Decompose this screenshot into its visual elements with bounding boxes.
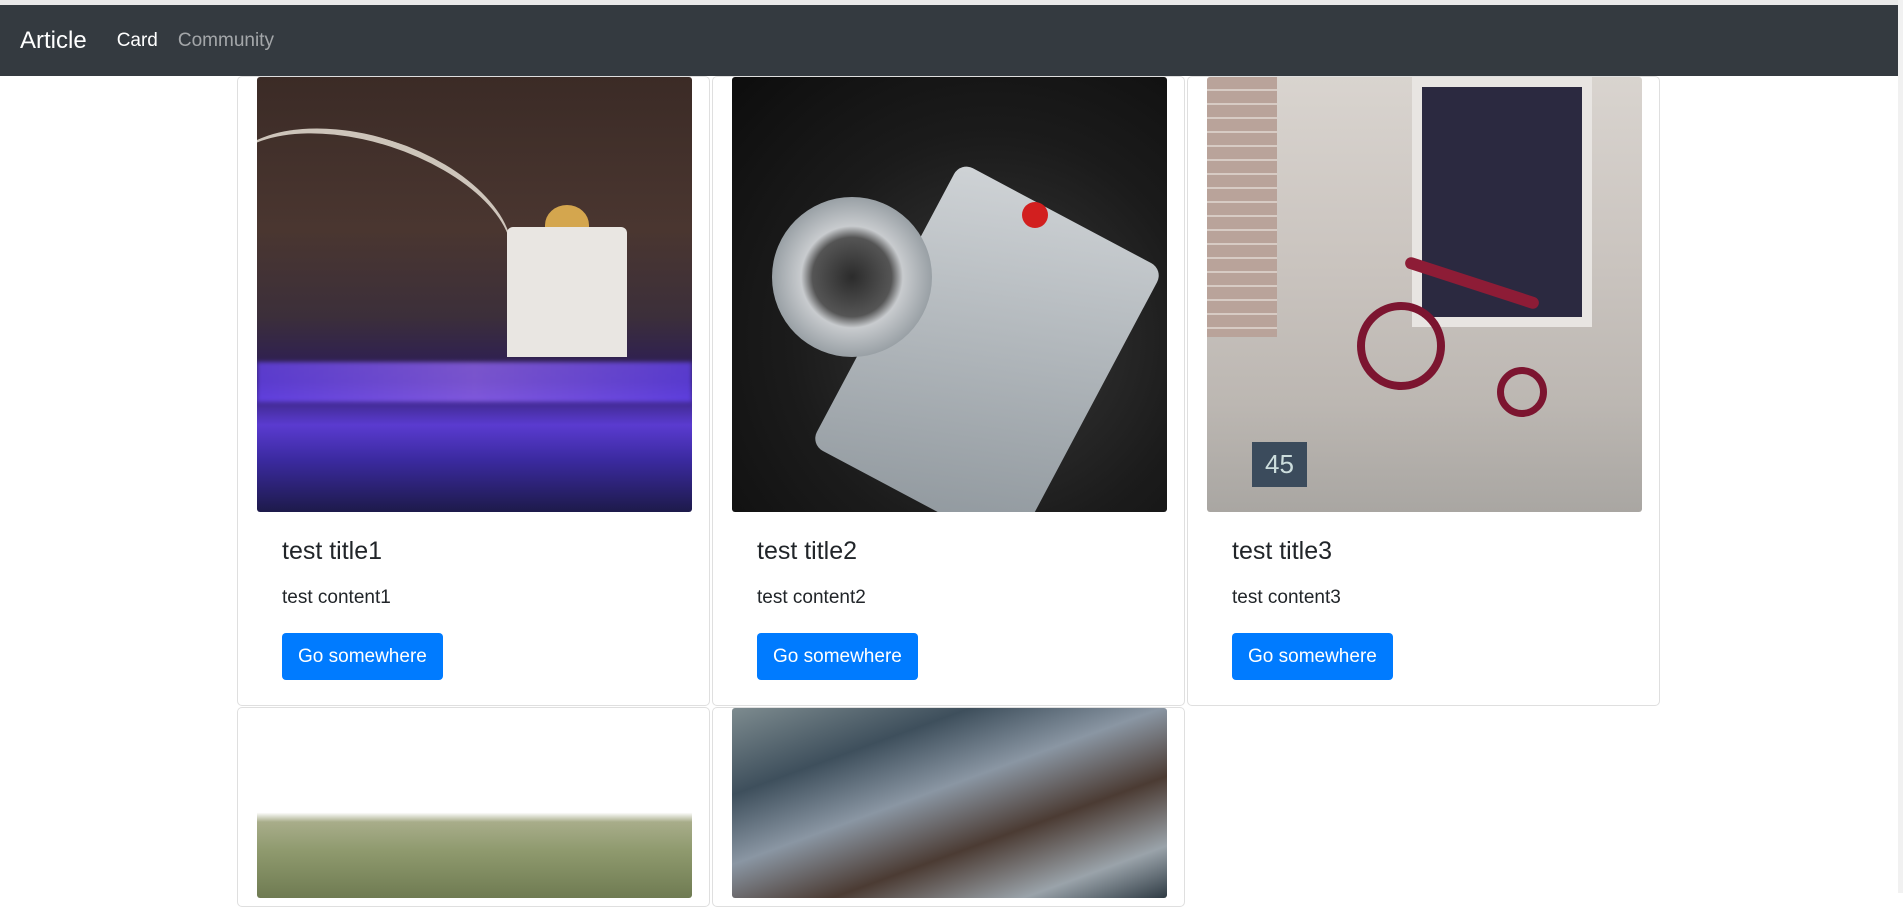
card-title: test title3: [1232, 537, 1333, 565]
bridge-shape: [257, 94, 536, 346]
cathedral-shape: [507, 227, 627, 357]
go-somewhere-button[interactable]: Go somewhere: [1232, 633, 1393, 680]
card-image: [732, 77, 1167, 512]
camera-lens-shape: [772, 197, 932, 357]
brick-wall-shape: [1207, 77, 1277, 337]
navbar-brand[interactable]: Article: [20, 27, 87, 55]
card-text: test content3: [1232, 587, 1341, 608]
card-2: test title2 test content2 Go somewhere: [712, 76, 1185, 706]
card-image: [732, 708, 1167, 898]
go-somewhere-button[interactable]: Go somewhere: [282, 633, 443, 680]
nav-link-card[interactable]: Card: [117, 30, 158, 52]
card-title: test title1: [282, 537, 383, 565]
card-1: test title1 test content1 Go somewhere: [237, 76, 710, 706]
card-image: [257, 77, 692, 512]
number-plate: 45: [1252, 442, 1307, 487]
card-text: test content1: [282, 587, 391, 608]
tricycle-wheel-shape: [1357, 302, 1445, 390]
card-image: 45: [1207, 77, 1642, 512]
card-3: 45 test title3 test content3 Go somewher…: [1187, 76, 1660, 706]
nav-link-community[interactable]: Community: [178, 30, 274, 52]
card-4: [237, 707, 710, 907]
card-text: test content2: [757, 587, 866, 608]
tricycle-rear-wheel-shape: [1497, 367, 1547, 417]
navbar: Article Card Community: [0, 5, 1898, 76]
water-glow: [257, 362, 692, 402]
scrollbar[interactable]: [1898, 0, 1903, 893]
go-somewhere-button[interactable]: Go somewhere: [757, 633, 918, 680]
card-title: test title2: [757, 537, 858, 565]
camera-red-button-shape: [1022, 202, 1048, 228]
card-5: [712, 707, 1185, 907]
card-image: [257, 708, 692, 898]
